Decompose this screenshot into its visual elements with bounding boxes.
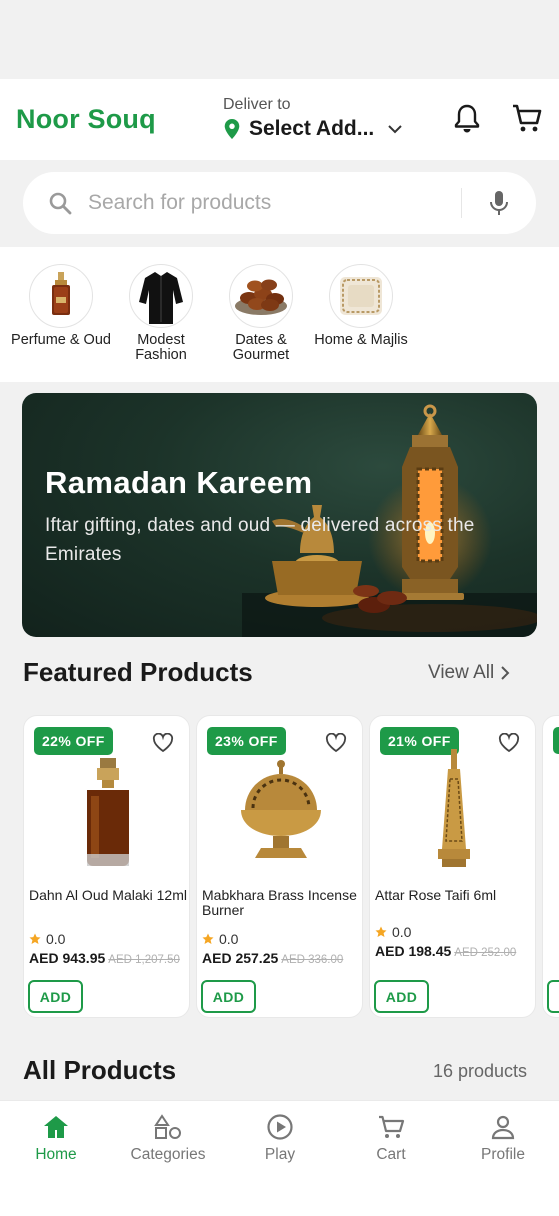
- product-price: AED 943.95: [29, 950, 106, 966]
- product-price: AED 198.45: [375, 943, 452, 959]
- all-products-title: All Products: [23, 1055, 177, 1085]
- product-old-price: AED 336.00: [281, 954, 344, 966]
- product-card[interactable]: 22% OFF Dahn Al Oud Malaki 12ml 0.0 AED …: [23, 715, 190, 1018]
- price-row: AED 943.95 AED 1,207.50: [29, 950, 180, 968]
- app-screen: Noor Souq Deliver to Select Add... Searc…: [0, 0, 559, 1216]
- brand-logo-text[interactable]: Noor Souq: [16, 104, 156, 135]
- product-image: [197, 746, 362, 881]
- category-strip: Perfume & Oud Modest Fashion Dates & Gou…: [0, 247, 559, 382]
- product-card[interactable]: [542, 715, 559, 1018]
- star-icon: [29, 933, 41, 945]
- search-bar[interactable]: [23, 172, 536, 234]
- add-to-cart-button[interactable]: [547, 980, 559, 1013]
- product-name: Dahn Al Oud Malaki 12ml: [29, 887, 187, 903]
- promo-banner[interactable]: Ramadan Kareem Iftar gifting, dates and …: [22, 393, 537, 637]
- mic-icon[interactable]: [487, 190, 511, 216]
- product-card[interactable]: 21% OFF Attar Rose Taifi 6ml 0.0 AED 198…: [369, 715, 536, 1018]
- search-divider: [461, 188, 462, 218]
- star-icon: [375, 926, 387, 938]
- category-image: [29, 264, 93, 328]
- product-price: AED 257.25: [202, 950, 279, 966]
- add-to-cart-button[interactable]: ADD: [28, 980, 83, 1013]
- play-icon: [266, 1113, 294, 1141]
- view-all-label: View All: [428, 662, 495, 683]
- cart-icon[interactable]: [511, 102, 543, 134]
- profile-icon: [489, 1113, 517, 1141]
- app-header: Noor Souq Deliver to Select Add...: [0, 79, 559, 160]
- nav-label: Categories: [130, 1146, 206, 1163]
- deliver-address-row[interactable]: Select Add...: [223, 117, 423, 141]
- product-old-price: AED 252.00: [454, 947, 517, 959]
- category-label: Home & Majlis: [314, 332, 408, 348]
- category-label: Perfume & Oud: [11, 332, 111, 348]
- category-image: [129, 264, 193, 328]
- category-label: Dates & Gourmet: [232, 332, 290, 363]
- rating-value: 0.0: [392, 924, 412, 940]
- nav-home[interactable]: Home: [0, 1113, 112, 1164]
- nav-label: Profile: [481, 1146, 525, 1163]
- nav-label: Cart: [376, 1146, 406, 1163]
- product-name: Mabkhara Brass Incense Burner: [202, 887, 357, 918]
- discount-badge: [553, 727, 559, 754]
- nav-cart[interactable]: Cart: [335, 1113, 447, 1164]
- nav-label: Home: [35, 1146, 77, 1163]
- home-icon: [42, 1113, 70, 1141]
- all-products-count: 16 products: [433, 1061, 528, 1081]
- search-input[interactable]: [88, 191, 448, 215]
- nav-play[interactable]: Play: [224, 1113, 336, 1164]
- chevron-down-icon: [386, 120, 404, 138]
- category-dates-gourmet[interactable]: Dates & Gourmet: [211, 264, 311, 363]
- category-image: [329, 264, 393, 328]
- category-image: [229, 264, 293, 328]
- banner-title: Ramadan Kareem: [45, 465, 313, 500]
- location-pin-icon: [223, 119, 241, 139]
- deliver-to-label: Deliver to: [223, 96, 291, 113]
- categories-icon: [154, 1113, 182, 1141]
- banner-subtitle: Iftar gifting, dates and oud — delivered…: [45, 515, 475, 565]
- category-perfume-oud[interactable]: Perfume & Oud: [11, 264, 111, 348]
- category-modest-fashion[interactable]: Modest Fashion: [111, 264, 211, 363]
- star-icon: [202, 933, 214, 945]
- add-to-cart-button[interactable]: ADD: [374, 980, 429, 1013]
- search-icon: [48, 191, 72, 215]
- category-label: Modest Fashion: [135, 332, 187, 363]
- bottom-navigation: Home Categories Play Cart Profile: [0, 1100, 559, 1216]
- product-card[interactable]: 23% OFF Mabkhara Brass Incense Burner 0.…: [196, 715, 363, 1018]
- product-rating: 0.0: [375, 924, 411, 940]
- rating-value: 0.0: [219, 931, 239, 947]
- price-row: AED 257.25 AED 336.00: [202, 950, 343, 968]
- nav-label: Play: [264, 1146, 296, 1163]
- chevron-right-icon: [500, 665, 510, 681]
- featured-section-title: Featured Products: [23, 657, 253, 687]
- rating-value: 0.0: [46, 931, 66, 947]
- deliver-address-value: Select Add...: [249, 117, 375, 140]
- search-section: [0, 160, 559, 246]
- nav-categories[interactable]: Categories: [112, 1113, 224, 1164]
- product-image: [24, 746, 189, 881]
- deliver-to-selector[interactable]: Deliver to Select Add...: [223, 96, 423, 141]
- product-old-price: AED 1,207.50: [108, 954, 180, 966]
- product-rating: 0.0: [29, 931, 65, 947]
- category-home-majlis[interactable]: Home & Majlis: [311, 264, 411, 348]
- add-to-cart-button[interactable]: ADD: [201, 980, 256, 1013]
- view-all-link[interactable]: View All: [428, 662, 510, 684]
- price-row: AED 198.45 AED 252.00: [375, 943, 516, 961]
- product-name: Attar Rose Taifi 6ml: [375, 887, 497, 903]
- product-rating: 0.0: [202, 931, 238, 947]
- product-image: [370, 746, 535, 881]
- cart-icon: [377, 1113, 405, 1141]
- nav-profile[interactable]: Profile: [447, 1113, 559, 1164]
- bell-icon[interactable]: [453, 103, 481, 133]
